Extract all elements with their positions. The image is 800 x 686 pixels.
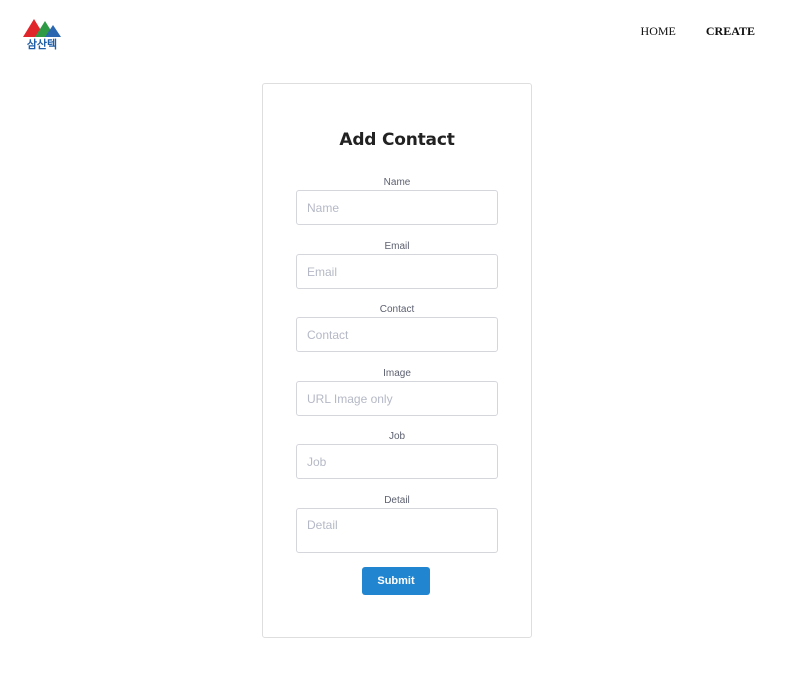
name-label: Name	[383, 177, 411, 188]
brand-logo[interactable]: 삼산텍	[23, 17, 65, 51]
image-field-group: Image	[296, 368, 498, 416]
job-label: Job	[388, 431, 406, 442]
contact-field-group: Contact	[296, 304, 498, 352]
nav-link-create[interactable]: CREATE	[706, 24, 755, 38]
name-input[interactable]	[296, 190, 498, 225]
top-navbar: 삼산텍 HOME CREATE	[0, 0, 800, 62]
submit-button[interactable]: Submit	[362, 567, 430, 595]
email-field-group: Email	[296, 241, 498, 289]
mountain-logo-icon: 삼산텍	[23, 19, 61, 51]
detail-label: Detail	[384, 495, 410, 506]
contact-label: Contact	[379, 304, 415, 315]
nav-links: HOME CREATE	[641, 24, 755, 38]
nav-link-home[interactable]: HOME	[641, 24, 676, 38]
image-url-input[interactable]	[296, 381, 498, 416]
email-label: Email	[384, 241, 410, 252]
job-field-group: Job	[296, 431, 498, 479]
name-field-group: Name	[296, 177, 498, 225]
detail-field-group: Detail	[296, 495, 498, 553]
contact-input[interactable]	[296, 317, 498, 352]
form-title: Add Contact	[339, 130, 455, 150]
add-contact-card: Add Contact Name Email Contact Image Job…	[262, 83, 532, 638]
email-input[interactable]	[296, 254, 498, 289]
image-label: Image	[383, 368, 411, 379]
logo-wordmark: 삼산텍	[27, 37, 57, 51]
detail-textarea[interactable]	[296, 508, 498, 553]
job-input[interactable]	[296, 444, 498, 479]
